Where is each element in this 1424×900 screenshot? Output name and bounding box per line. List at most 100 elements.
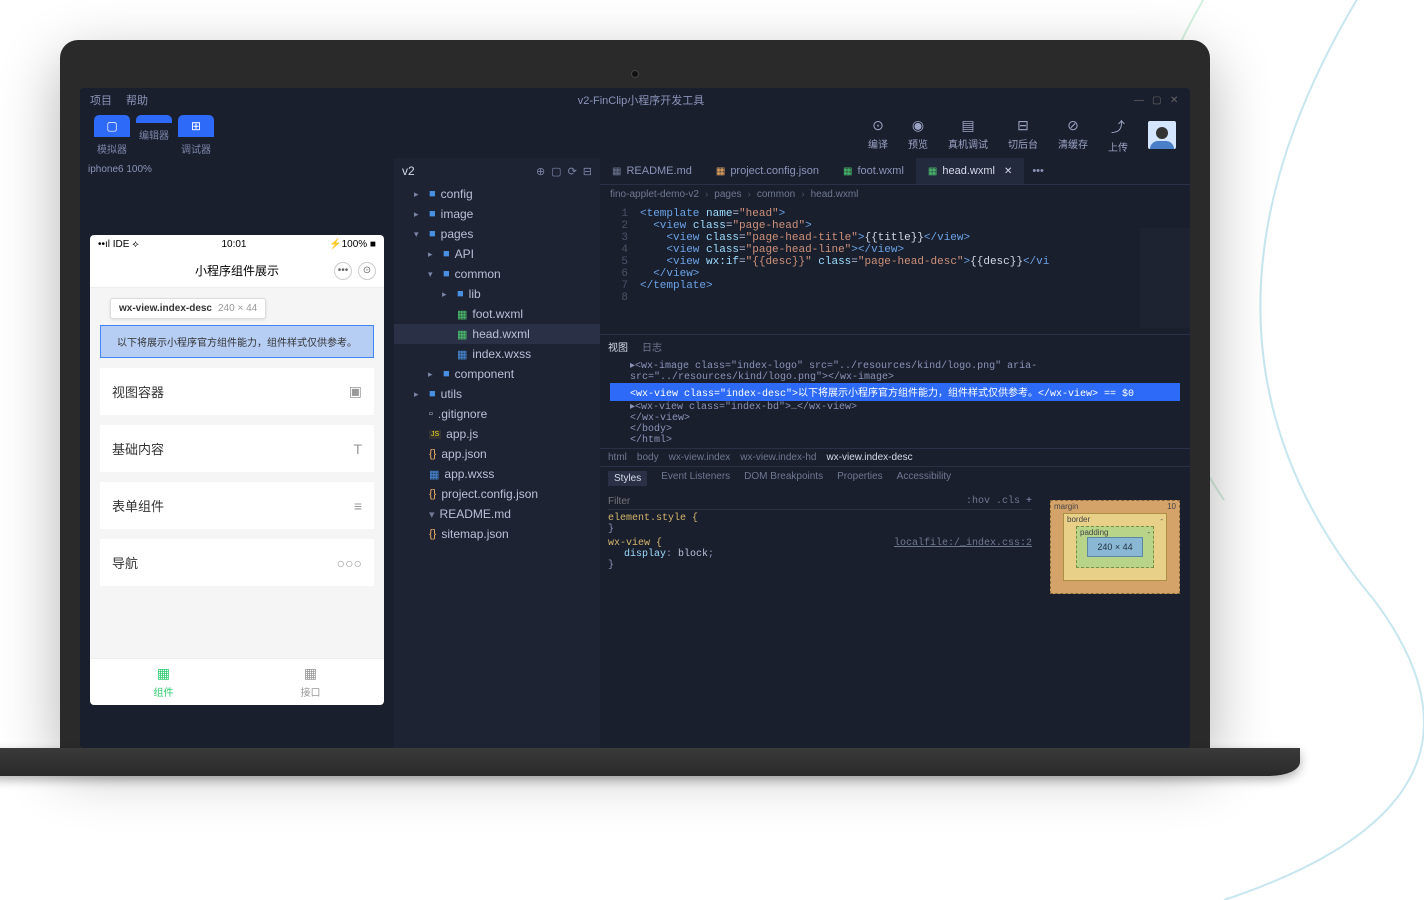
- path-segment[interactable]: wx-view.index-desc: [826, 452, 912, 463]
- tree-item[interactable]: ▦head.wxml: [394, 324, 600, 344]
- close-icon[interactable]: ✕: [1170, 95, 1180, 105]
- breadcrumb-item[interactable]: common: [757, 189, 795, 200]
- devtools-tab-console[interactable]: 日志: [642, 339, 662, 354]
- tree-item[interactable]: ▸■utils: [394, 384, 600, 404]
- mode-label: 编辑器: [139, 127, 169, 142]
- breadcrumb-item[interactable]: fino-applet-demo-v2: [610, 189, 699, 200]
- tree-item[interactable]: ▸■lib: [394, 284, 600, 304]
- tree-item[interactable]: ▾■pages: [394, 224, 600, 244]
- element-node[interactable]: ▸<wx-view class="index-bd">…</wx-view>: [610, 401, 1180, 413]
- refresh-icon[interactable]: ⟳: [568, 165, 577, 178]
- editor-tab[interactable]: ▦foot.wxml: [831, 158, 916, 184]
- list-item[interactable]: 基础内容T: [100, 425, 374, 472]
- list-item[interactable]: 导航○○○: [100, 539, 374, 586]
- devtools-tab-elements[interactable]: 视图: [608, 339, 628, 354]
- toolbar-action-4[interactable]: ⊘清缓存: [1058, 117, 1088, 154]
- add-rule-icon[interactable]: +: [1026, 496, 1032, 507]
- breadcrumb-item[interactable]: head.wxml: [811, 189, 859, 200]
- tree-item[interactable]: ▸■config: [394, 184, 600, 204]
- list-item[interactable]: 视图容器▣: [100, 368, 374, 415]
- styles-panel[interactable]: :hov .cls + element.style {}</span><span…: [600, 490, 1040, 748]
- tree-item[interactable]: ▾README.md: [394, 504, 600, 524]
- new-folder-icon[interactable]: ▢: [551, 165, 561, 178]
- tree-item[interactable]: ▸■image: [394, 204, 600, 224]
- signal-label: ••ıl IDE ⟡: [98, 239, 139, 250]
- css-rule[interactable]: element.style {}: [608, 513, 1032, 535]
- project-name: v2: [402, 164, 415, 178]
- menu-project[interactable]: 项目: [90, 92, 112, 108]
- toolbar-action-0[interactable]: ⊙编译: [868, 117, 888, 154]
- path-segment[interactable]: html: [608, 452, 627, 463]
- tree-item[interactable]: {}app.json: [394, 444, 600, 464]
- path-segment[interactable]: wx-view.index-hd: [740, 452, 816, 463]
- maximize-icon[interactable]: ▢: [1152, 95, 1162, 105]
- highlighted-element[interactable]: 以下将展示小程序官方组件能力，组件样式仅供参考。: [100, 325, 374, 358]
- page-title: 小程序组件展示: [195, 262, 279, 279]
- element-node[interactable]: <wx-view class="index-desc">以下将展示小程序官方组件…: [610, 383, 1180, 401]
- element-node[interactable]: </body>: [610, 424, 1180, 435]
- styles-subtab[interactable]: Accessibility: [897, 471, 951, 486]
- box-model: margin10 border- padding- 240 × 44: [1040, 490, 1190, 748]
- tree-item[interactable]: ▸■component: [394, 364, 600, 384]
- tree-item[interactable]: ▸■API: [394, 244, 600, 264]
- mode-label: 调试器: [181, 141, 211, 156]
- tree-item[interactable]: ▦app.wxss: [394, 464, 600, 484]
- battery-label: ⚡100% ■: [329, 239, 376, 250]
- file-explorer: v2 ⊕ ▢ ⟳ ⊟ ▸■config▸■image▾■pages▸■API▾■…: [394, 158, 600, 748]
- minimize-icon[interactable]: —: [1134, 95, 1144, 105]
- collapse-icon[interactable]: ⊟: [583, 165, 592, 178]
- element-node[interactable]: ▸<wx-image class="index-logo" src="../re…: [610, 360, 1180, 383]
- close-circle-icon[interactable]: ⊙: [358, 262, 376, 280]
- code-editor[interactable]: 1<template name="head">2 <view class="pa…: [600, 204, 1190, 334]
- phone-tab[interactable]: ▦接口: [237, 659, 384, 705]
- toolbar-action-5[interactable]: ⤴上传: [1108, 117, 1128, 154]
- toolbar-action-2[interactable]: ▤真机调试: [948, 117, 988, 154]
- tree-item[interactable]: JSapp.js: [394, 424, 600, 444]
- tabs-more-icon[interactable]: •••: [1024, 158, 1052, 184]
- styles-subtab[interactable]: DOM Breakpoints: [744, 471, 823, 486]
- mode-pill-1[interactable]: [136, 115, 172, 123]
- tree-item[interactable]: {}project.config.json: [394, 484, 600, 504]
- tree-item[interactable]: ▦index.wxss: [394, 344, 600, 364]
- css-rule[interactable]: localfile:/_index.css:2wx-view {display:…: [608, 538, 1032, 571]
- editor-tab[interactable]: ▦head.wxml✕: [916, 158, 1024, 184]
- phone-tab[interactable]: ▦组件: [90, 659, 237, 705]
- more-icon[interactable]: •••: [334, 262, 352, 280]
- list-item[interactable]: 表单组件≡: [100, 482, 374, 529]
- toolbar-action-1[interactable]: ◉预览: [908, 117, 928, 154]
- element-node[interactable]: </html>: [610, 435, 1180, 446]
- element-node[interactable]: </wx-view>: [610, 413, 1180, 424]
- minimap[interactable]: [1140, 228, 1190, 328]
- mode-pill-2[interactable]: ⊞: [178, 115, 214, 137]
- styles-subtab[interactable]: Styles: [608, 471, 647, 486]
- editor-tab[interactable]: ▦README.md: [600, 158, 704, 184]
- toolbar-action-3[interactable]: ⊟切后台: [1008, 117, 1038, 154]
- phone-status-bar: ••ıl IDE ⟡ 10:01 ⚡100% ■: [90, 235, 384, 254]
- styles-subtab[interactable]: Properties: [837, 471, 883, 486]
- editor-pane: ▦README.md▦project.config.json▦foot.wxml…: [600, 158, 1190, 748]
- tree-item[interactable]: ▦foot.wxml: [394, 304, 600, 324]
- editor-tab[interactable]: ▦project.config.json: [704, 158, 831, 184]
- menu-bar: 项目 帮助 v2-FinClip小程序开发工具 — ▢ ✕: [80, 88, 1190, 112]
- path-segment[interactable]: body: [637, 452, 659, 463]
- tree-item[interactable]: ▫.gitignore: [394, 404, 600, 424]
- toolbar: ▢模拟器编辑器⊞调试器 ⊙编译◉预览▤真机调试⊟切后台⊘清缓存⤴上传: [80, 112, 1190, 158]
- phone-simulator[interactable]: ••ıl IDE ⟡ 10:01 ⚡100% ■ 小程序组件展示 ••• ⊙ w…: [90, 235, 384, 705]
- tree-item[interactable]: ▾■common: [394, 264, 600, 284]
- path-segment[interactable]: wx-view.index: [669, 452, 731, 463]
- new-file-icon[interactable]: ⊕: [536, 165, 545, 178]
- tree-item[interactable]: {}sitemap.json: [394, 524, 600, 544]
- menu-help[interactable]: 帮助: [126, 92, 148, 108]
- hov-toggle[interactable]: :hov .cls: [966, 496, 1020, 507]
- dom-path: html body wx-view.index wx-view.index-hd wx-…: [600, 448, 1190, 467]
- breadcrumb-item[interactable]: pages: [714, 189, 741, 200]
- time-label: 10:01: [221, 239, 246, 250]
- styles-filter-input[interactable]: [608, 496, 960, 507]
- elements-panel[interactable]: ▸<wx-image class="index-logo" src="../re…: [600, 358, 1190, 448]
- avatar[interactable]: [1148, 121, 1176, 149]
- mode-pill-0[interactable]: ▢: [94, 115, 130, 137]
- phone-navbar: 小程序组件展示 ••• ⊙: [90, 254, 384, 288]
- editor-tabs: ▦README.md▦project.config.json▦foot.wxml…: [600, 158, 1190, 185]
- phone-tabbar: ▦组件▦接口: [90, 658, 384, 705]
- styles-subtab[interactable]: Event Listeners: [661, 471, 730, 486]
